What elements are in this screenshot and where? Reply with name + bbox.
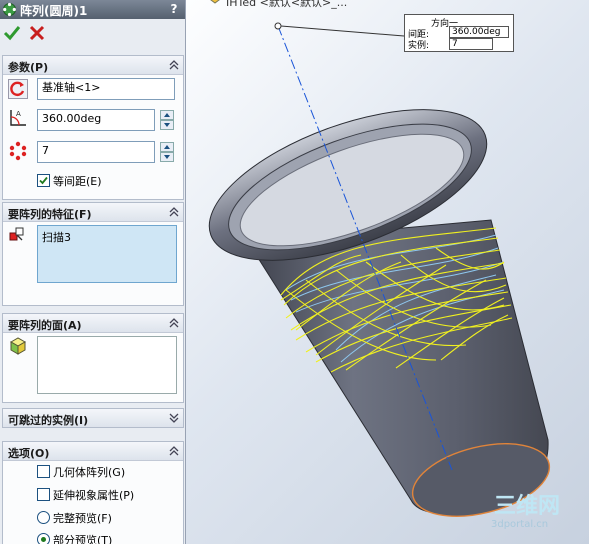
feature-selection-icon xyxy=(9,227,24,241)
watermark-brand: 三维网 xyxy=(494,494,561,519)
instance-count-icon xyxy=(9,141,27,161)
propagate-visual-label: 延伸视象属性(P) xyxy=(53,489,135,502)
equal-spacing-label: 等间距(E) xyxy=(53,175,102,188)
collapse-chevron-icon[interactable] xyxy=(168,445,180,457)
expand-chevron-icon[interactable] xyxy=(168,412,180,424)
panel-title: 阵列(圆周)1 xyxy=(20,4,88,18)
options-section-header[interactable]: 选项(O) xyxy=(3,442,183,461)
angle-spinner[interactable] xyxy=(160,110,174,130)
watermark-url: 3dportal.cn xyxy=(491,519,549,530)
count-spinner[interactable] xyxy=(160,142,174,162)
params-section-title: 参数(P) xyxy=(8,61,49,74)
face-selection-icon xyxy=(9,337,27,355)
partial-preview-label: 部分预览(T) xyxy=(53,534,113,544)
full-preview-label: 完整预览(F) xyxy=(53,512,112,525)
faces-section-header[interactable]: 要阵列的面(A) xyxy=(3,314,183,333)
collapse-chevron-icon[interactable] xyxy=(168,317,180,329)
callout-anchor-point[interactable] xyxy=(274,22,282,30)
angle-input[interactable]: 360.00deg xyxy=(37,109,155,131)
partial-preview-radio[interactable] xyxy=(37,533,50,544)
graphics-viewport[interactable]: IHTed <默认<默认>_... 三维网 3dportal.cn xyxy=(186,0,589,544)
options-section-title: 选项(O) xyxy=(8,447,50,460)
propagate-visual-checkbox[interactable] xyxy=(37,488,50,501)
geometry-pattern-label: 几何体阵列(G) xyxy=(53,466,126,479)
faces-section-title: 要阵列的面(A) xyxy=(8,319,82,332)
panel-titlebar: 阵列(圆周)1 ? xyxy=(0,0,185,19)
checkmark-icon xyxy=(39,176,48,185)
features-section-title: 要阵列的特征(F) xyxy=(8,208,92,221)
features-section-header[interactable]: 要阵列的特征(F) xyxy=(3,203,183,222)
circular-pattern-icon xyxy=(3,2,16,17)
faces-list-box[interactable] xyxy=(37,336,177,394)
pattern-axis-field[interactable]: 基准轴<1> xyxy=(37,78,175,100)
params-section-header[interactable]: 参数(P) xyxy=(3,56,183,75)
skip-instances-title: 可跳过的实例(I) xyxy=(8,414,89,427)
callout-spacing-value[interactable]: 360.00deg xyxy=(449,26,509,38)
features-list-box[interactable]: 扫描3 xyxy=(37,225,177,283)
collapse-chevron-icon[interactable] xyxy=(168,59,180,71)
cup-model-view xyxy=(208,22,551,517)
rotate-direction-icon[interactable] xyxy=(8,79,28,99)
watermark-logo: 三维网 xyxy=(494,488,560,520)
callout-instances-value[interactable]: 7 xyxy=(449,38,493,50)
svg-text:A: A xyxy=(16,110,21,118)
skip-instances-section: 可跳过的实例(I) xyxy=(2,408,184,428)
skip-instances-header[interactable]: 可跳过的实例(I) xyxy=(3,409,183,427)
faces-section: 要阵列的面(A) xyxy=(2,313,184,403)
feature-list-item[interactable]: 扫描3 xyxy=(42,229,71,245)
ok-button[interactable] xyxy=(3,24,21,42)
help-button[interactable]: ? xyxy=(167,2,181,16)
callout-leader-line xyxy=(280,25,405,37)
params-section: 参数(P) 基准轴<1> A 360.00deg 7 等间距(E) xyxy=(2,55,184,200)
radio-dot-icon xyxy=(41,537,46,542)
features-section: 要阵列的特征(F) 扫描3 xyxy=(2,202,184,306)
geometry-pattern-checkbox[interactable] xyxy=(37,465,50,478)
property-manager-panel: 阵列(圆周)1 ? 参数(P) 基准轴<1> A 360.00deg 7 等间距… xyxy=(0,0,186,544)
cancel-button[interactable] xyxy=(28,24,46,42)
full-preview-radio[interactable] xyxy=(37,511,50,524)
options-section: 选项(O) 几何体阵列(G) 延伸视象属性(P) 完整预览(F) 部分预览(T) xyxy=(2,441,184,544)
instance-count-input[interactable]: 7 xyxy=(37,141,155,163)
direction-callout[interactable]: 方向一 间距: 360.00deg 实例: 7 xyxy=(404,14,514,52)
collapse-chevron-icon[interactable] xyxy=(168,206,180,218)
angle-icon: A xyxy=(10,110,26,126)
callout-instances-label: 实例: xyxy=(408,41,430,51)
equal-spacing-checkbox[interactable] xyxy=(37,174,50,187)
